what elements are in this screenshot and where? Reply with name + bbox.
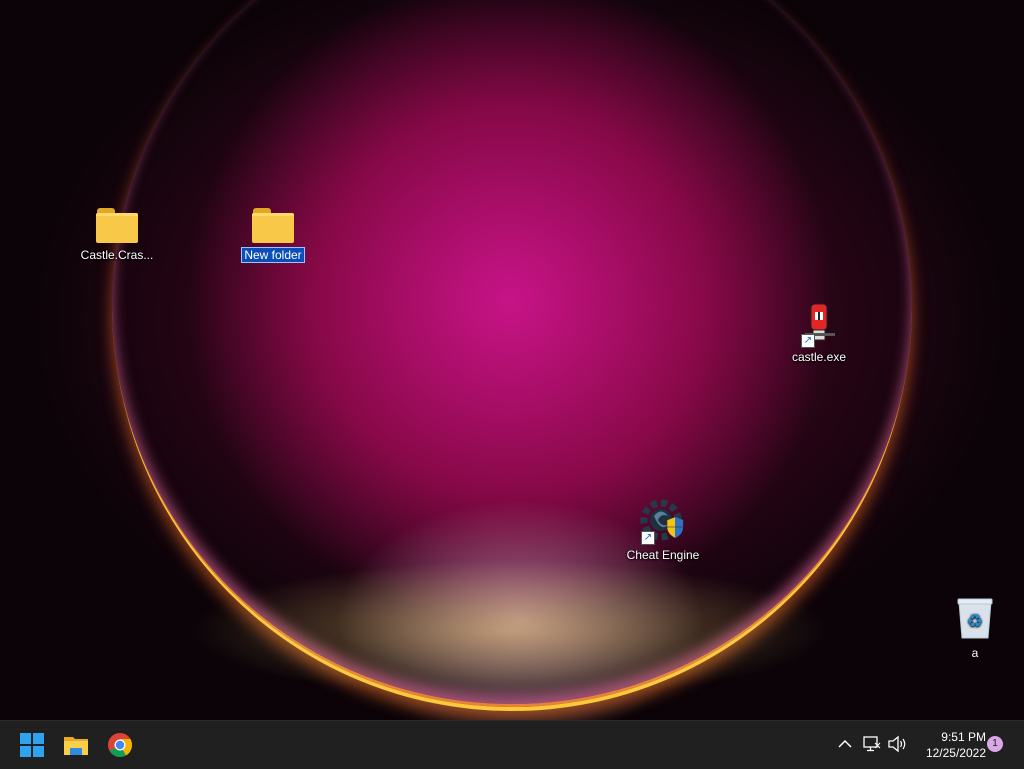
wallpaper-glow — [190, 560, 830, 700]
start-button[interactable] — [16, 729, 48, 761]
cheat-engine-icon: ↗ — [639, 498, 687, 545]
svg-text:♻: ♻ — [967, 611, 983, 632]
rename-input[interactable]: New folder — [241, 247, 305, 263]
chrome-button[interactable] — [104, 729, 136, 761]
network-icon — [863, 736, 881, 752]
network-button[interactable] — [862, 735, 882, 753]
desktop-icon-label: Castle.Cras... — [80, 248, 154, 262]
desktop-icon-label: a — [971, 646, 979, 660]
speaker-icon — [888, 735, 906, 753]
chevron-up-icon — [838, 739, 852, 748]
desktop-icon-new-folder[interactable]: New folder — [231, 208, 315, 263]
notification-badge[interactable]: 1 — [987, 736, 1003, 752]
desktop-icon-castle-exe[interactable]: ↗ castle.exe — [777, 302, 861, 364]
desktop[interactable]: Castle.Cras... New folder ↗ castle.exe ↗… — [0, 0, 1024, 720]
castle-crashers-knight-icon: ↗ — [797, 302, 841, 348]
desktop-icon-cheat-engine[interactable]: ↗ Cheat Engine — [621, 498, 705, 562]
folder-icon — [251, 208, 295, 244]
taskbar: 9:51 PM 12/25/2022 1 — [0, 720, 1024, 769]
clock-date: 12/25/2022 — [925, 746, 986, 760]
volume-button[interactable] — [887, 735, 907, 753]
clock-button[interactable]: 9:51 PM 12/25/2022 — [914, 729, 986, 761]
notification-count: 1 — [992, 738, 998, 749]
desktop-icon-recycle-bin[interactable]: ♻ a — [933, 596, 1017, 660]
file-explorer-button[interactable] — [60, 729, 92, 761]
file-explorer-icon — [64, 737, 88, 755]
chrome-icon — [108, 733, 133, 758]
clock-time: 9:51 PM — [941, 730, 986, 744]
desktop-icon-label: castle.exe — [791, 350, 847, 364]
desktop-icon-castle-crashers-folder[interactable]: Castle.Cras... — [75, 208, 159, 262]
show-hidden-icons-button[interactable] — [836, 735, 854, 753]
desktop-icon-label: Cheat Engine — [626, 548, 700, 562]
shortcut-arrow-icon: ↗ — [641, 531, 655, 545]
shortcut-arrow-icon: ↗ — [801, 334, 815, 348]
folder-icon — [95, 208, 139, 244]
windows-start-icon — [20, 733, 44, 757]
recycle-bin-icon: ♻ — [955, 596, 995, 642]
